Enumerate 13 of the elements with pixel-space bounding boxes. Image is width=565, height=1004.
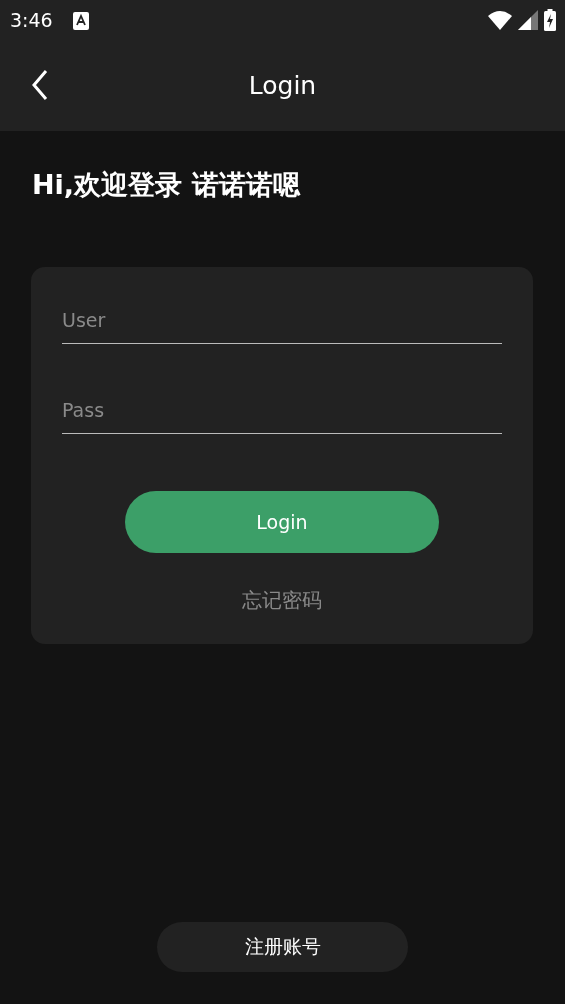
battery-icon	[544, 9, 556, 31]
password-field[interactable]: Pass	[62, 397, 502, 434]
page-title: Login	[248, 71, 317, 100]
status-time: 3:46	[10, 9, 53, 31]
signal-icon	[518, 10, 538, 30]
greeting-heading: Hi,欢迎登录 诺诺诺嗯	[32, 168, 302, 202]
forgot-password-link[interactable]: 忘记密码	[242, 587, 322, 614]
notification-icon	[72, 12, 89, 30]
login-button[interactable]: Login	[125, 491, 439, 553]
wifi-icon	[488, 10, 512, 30]
register-button[interactable]: 注册账号	[157, 922, 408, 972]
user-field[interactable]: User	[62, 307, 502, 344]
back-icon[interactable]	[30, 69, 50, 101]
